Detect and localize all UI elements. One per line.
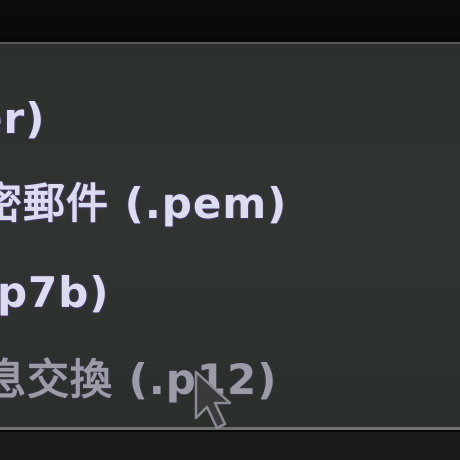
- arrow-pointer-icon: [194, 370, 232, 430]
- taskbar-strip: [0, 432, 460, 460]
- file-type-option-label: 密郵件 (.pem): [0, 178, 288, 228]
- file-type-option-p7b[interactable]: .p7b): [0, 262, 110, 322]
- screen: er) 密郵件 (.pem) .p7b) 息交換 (.p12): [0, 0, 460, 460]
- file-type-option-1[interactable]: er): [0, 88, 45, 148]
- file-type-option-label: er): [0, 93, 46, 143]
- dropdown-top-border: [0, 42, 460, 44]
- file-type-option-label: .p7b): [0, 267, 110, 317]
- file-type-option-pem[interactable]: 密郵件 (.pem): [0, 170, 287, 230]
